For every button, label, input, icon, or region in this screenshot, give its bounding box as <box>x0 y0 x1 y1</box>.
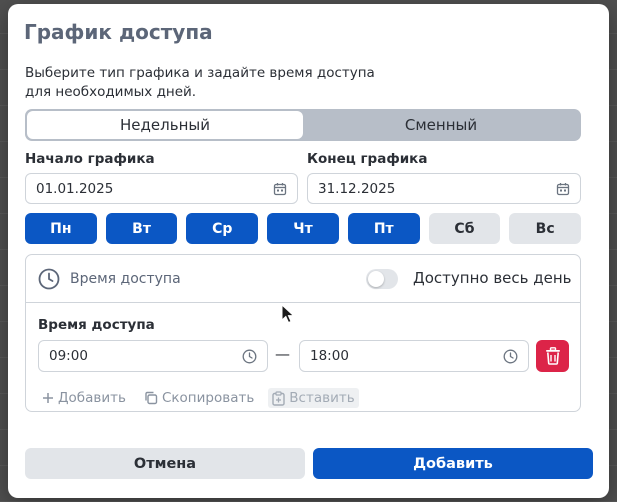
copy-time-range-label: Скопировать <box>161 390 255 406</box>
day-toggle-fri[interactable]: Пт <box>347 213 420 244</box>
access-panel-title: Время доступа <box>70 270 181 287</box>
day-toggle-sun[interactable]: Вс <box>509 213 582 244</box>
time-range-actions: Добавить Скопировать Вставить <box>38 388 359 408</box>
clock-icon <box>38 268 60 290</box>
time-to-input[interactable] <box>310 348 503 364</box>
schedule-type-shift[interactable]: Сменный <box>303 111 579 139</box>
calendar-icon[interactable] <box>273 182 287 196</box>
copy-icon <box>144 391 158 405</box>
day-toggle-sat[interactable]: Сб <box>428 213 501 244</box>
start-date-input[interactable] <box>36 180 273 197</box>
time-range-label: Время доступа <box>38 317 155 333</box>
start-date-label: Начало графика <box>25 151 155 167</box>
delete-time-range-button[interactable] <box>536 340 569 372</box>
mouse-pointer-icon <box>281 303 295 328</box>
clipboard-icon <box>272 390 285 406</box>
time-from-field[interactable] <box>38 340 268 372</box>
access-panel-header: Время доступа Доступно весь день <box>26 255 580 303</box>
schedule-type-switch: Недельный Сменный <box>25 109 581 141</box>
access-time-panel: Время доступа Доступно весь день Время д… <box>25 254 581 412</box>
day-toggle-thu[interactable]: Чт <box>267 213 339 244</box>
cancel-button[interactable]: Отмена <box>25 448 305 479</box>
dialog-title: График доступа <box>24 20 213 44</box>
time-from-input[interactable] <box>49 348 242 364</box>
time-to-field[interactable] <box>299 340 529 372</box>
copy-time-range-button[interactable]: Скопировать <box>140 388 258 408</box>
paste-time-range-button[interactable]: Вставить <box>268 388 359 408</box>
day-toggle-mon[interactable]: Пн <box>25 213 97 244</box>
calendar-icon[interactable] <box>556 182 570 196</box>
plus-icon <box>42 392 54 404</box>
start-date-field[interactable] <box>25 173 298 204</box>
add-time-range-label: Добавить <box>58 390 126 406</box>
time-range-separator: — <box>275 345 290 363</box>
all-day-toggle[interactable] <box>366 269 398 289</box>
clock-icon[interactable] <box>503 349 518 364</box>
schedule-type-weekly[interactable]: Недельный <box>27 111 303 139</box>
trash-icon <box>545 347 561 365</box>
end-date-input[interactable] <box>318 180 556 197</box>
paste-time-range-label: Вставить <box>289 390 355 406</box>
day-toggle-wed[interactable]: Ср <box>186 213 259 244</box>
schedule-dialog: График доступа Выберите тип графика и за… <box>8 4 609 498</box>
add-time-range-button[interactable]: Добавить <box>38 388 130 408</box>
all-day-label: Доступно весь день <box>413 269 572 287</box>
add-schedule-button[interactable]: Добавить <box>313 448 593 479</box>
weekday-selector: Пн Вт Ср Чт Пт Сб Вс <box>25 213 582 244</box>
clock-icon[interactable] <box>242 349 257 364</box>
dialog-subtitle: Выберите тип графика и задайте время дос… <box>25 65 375 100</box>
day-toggle-tue[interactable]: Вт <box>105 213 178 244</box>
end-date-label: Конец графика <box>307 151 428 167</box>
end-date-field[interactable] <box>307 173 581 204</box>
